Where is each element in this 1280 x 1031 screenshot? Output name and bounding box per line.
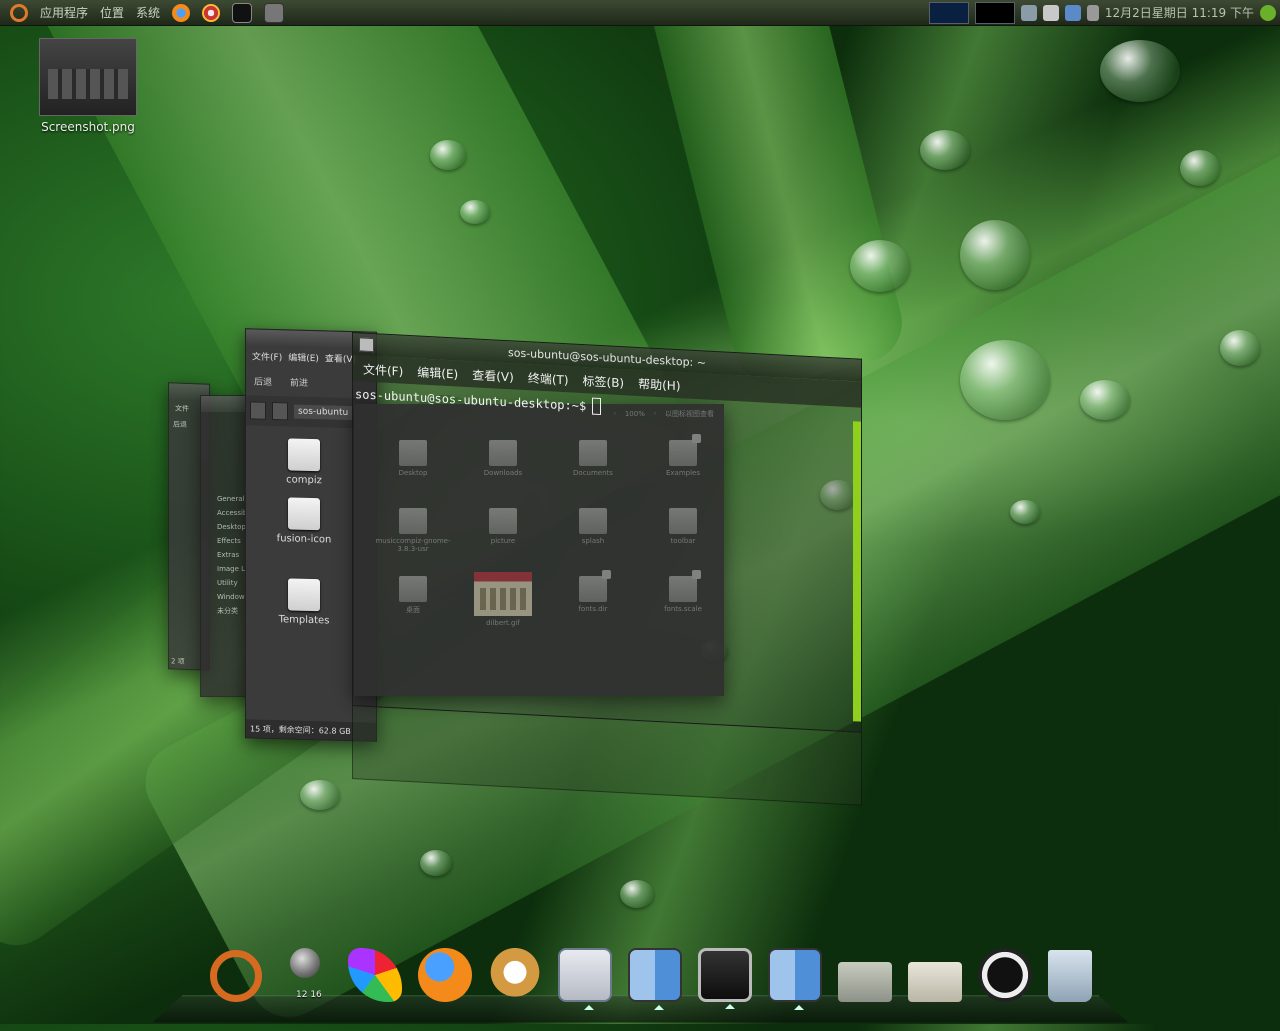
menu-file[interactable]: 文件 — [175, 404, 189, 414]
file-manager-icon[interactable] — [628, 948, 682, 1010]
status-bar: 2 项 — [171, 657, 185, 666]
water-drop — [1010, 500, 1040, 524]
back-button[interactable]: 后退 — [254, 375, 272, 388]
folder-icon[interactable] — [908, 962, 962, 1002]
top-panel: 应用程序 位置 系统 12月2日星期日 11:19 下午 — [0, 0, 1280, 26]
terminal-icon[interactable] — [232, 2, 253, 23]
menu-system[interactable]: 系统 — [136, 4, 160, 21]
file-item[interactable]: fusion-icon — [254, 497, 354, 547]
firefox-icon[interactable] — [418, 948, 472, 1002]
prompt-text: sos-ubuntu@sos-ubuntu-desktop:~$ — [355, 386, 587, 413]
menu-file[interactable]: 文件(F) — [363, 360, 403, 379]
water-drop — [430, 140, 466, 170]
logout-icon[interactable] — [1260, 4, 1276, 21]
water-drop — [420, 850, 452, 876]
breadcrumb-home[interactable]: sos-ubuntu — [294, 404, 353, 421]
desktop-icon-label: Screenshot.png — [41, 120, 135, 134]
network-monitor-graph[interactable] — [974, 1, 1015, 24]
text-cursor — [592, 397, 602, 416]
clock[interactable]: 12月2日星期日 11:19 下午 — [1105, 4, 1254, 21]
clock-label: 12 16 — [296, 990, 322, 1000]
menu-view[interactable]: 查看(V) — [472, 366, 514, 385]
ubuntu-icon[interactable] — [210, 950, 262, 1002]
edit-location-icon[interactable] — [250, 401, 266, 420]
water-drop — [850, 240, 910, 292]
file-label: fusion-icon — [276, 533, 332, 546]
desktop-icon-screenshot[interactable]: Screenshot.png — [38, 38, 138, 134]
system-monitor-graph[interactable] — [928, 1, 969, 24]
water-drop — [460, 200, 490, 224]
power-icon[interactable] — [978, 948, 1032, 1002]
menu-file[interactable]: 文件(F) — [252, 349, 282, 363]
water-drop — [300, 780, 340, 810]
menu-terminal[interactable]: 终端(T) — [528, 369, 569, 388]
water-drop — [960, 220, 1030, 290]
image-thumbnail-icon — [39, 38, 137, 116]
gnu-icon[interactable] — [488, 948, 542, 1002]
ubuntu-logo-icon[interactable] — [10, 3, 28, 22]
menu-help[interactable]: 帮助(H) — [638, 374, 680, 393]
forward-button[interactable]: 前进 — [290, 375, 308, 388]
file-item[interactable]: compiz — [254, 438, 354, 488]
folder-icon — [288, 497, 320, 531]
running-indicator — [654, 1005, 664, 1010]
file-manager-2-icon[interactable] — [768, 948, 822, 1010]
menu-places[interactable]: 位置 — [100, 4, 124, 21]
chevron-left-icon[interactable] — [272, 401, 288, 421]
clock-icon — [290, 948, 320, 978]
display-icon[interactable] — [1020, 4, 1037, 21]
water-drop — [920, 130, 970, 170]
trash-icon[interactable] — [1048, 950, 1092, 1002]
running-indicator — [584, 1005, 594, 1010]
water-drop — [960, 340, 1050, 420]
camera-icon[interactable] — [264, 2, 285, 23]
wallpaper-leaf — [619, 0, 911, 393]
menu-edit[interactable]: 编辑(E) — [288, 350, 319, 364]
file-label: Templates — [278, 614, 330, 627]
menu-applications[interactable]: 应用程序 — [40, 4, 88, 21]
keyboard-icon[interactable] — [1042, 4, 1059, 21]
terminal-window-icon — [359, 337, 374, 353]
compiz-icon[interactable] — [202, 3, 221, 22]
terminal-output[interactable]: sos-ubuntu@sos-ubuntu-desktop:~$ — [352, 381, 862, 733]
downloads-folder-icon[interactable] — [838, 962, 892, 1002]
folder-icon — [288, 438, 320, 472]
firefox-icon[interactable] — [172, 3, 191, 22]
dock — [210, 948, 1092, 1010]
running-indicator — [725, 1004, 735, 1009]
network-icon[interactable] — [1064, 4, 1081, 21]
water-drop — [620, 880, 654, 908]
water-drop — [1100, 40, 1180, 102]
file-label: compiz — [286, 474, 322, 487]
window-terminal[interactable]: sos-ubuntu@sos-ubuntu-desktop: ~ 文件(F) 编… — [352, 332, 862, 829]
scrollbar[interactable] — [853, 421, 861, 722]
menu-edit[interactable]: 编辑(E) — [417, 363, 458, 382]
volume-icon[interactable] — [1086, 4, 1099, 21]
water-drop — [1180, 150, 1220, 186]
paint-icon[interactable] — [348, 948, 402, 1002]
water-drop — [1080, 380, 1130, 420]
menu-tabs[interactable]: 标签(B) — [583, 372, 625, 391]
running-indicator — [794, 1005, 804, 1010]
file-item[interactable]: Templates — [254, 578, 354, 628]
water-drop — [1220, 330, 1260, 366]
system-tools-icon[interactable] — [558, 948, 612, 1010]
system-tray: 12月2日星期日 11:19 下午 — [928, 1, 1276, 24]
folder-icon — [288, 578, 320, 612]
terminal-icon[interactable] — [698, 948, 752, 1009]
